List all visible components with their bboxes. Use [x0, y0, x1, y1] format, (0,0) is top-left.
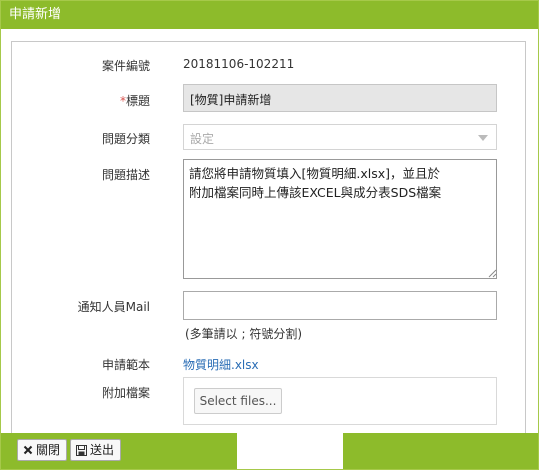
title-field[interactable]: [物質]申請新增: [183, 84, 497, 112]
description-textarea[interactable]: 請您將申請物質填入[物質明細.xlsx]，並且於 附加檔案同時上傳該EXCEL與…: [183, 159, 497, 279]
notify-label: 通知人員Mail: [77, 300, 150, 314]
case-number-label: 案件編號: [101, 59, 150, 73]
description-label: 問題描述: [101, 168, 150, 182]
category-label: 問題分類: [101, 132, 150, 146]
dialog-title: 申請新增: [1, 1, 538, 29]
submit-button[interactable]: 送出: [70, 439, 122, 461]
select-files-button[interactable]: Select files...: [194, 388, 282, 414]
form-panel: 案件編號 20181106-102211 *標題 [物質]申請新增 問題分類 設…: [11, 41, 526, 434]
submit-button-label: 送出: [90, 443, 115, 457]
template-label: 申請範本: [101, 358, 150, 372]
title-label: *標題: [120, 92, 150, 109]
attachment-label: 附加檔案: [101, 386, 150, 400]
notify-email-field[interactable]: [183, 291, 497, 320]
file-upload-area: Select files...: [183, 377, 497, 425]
category-selected-value: 設定: [190, 132, 215, 146]
save-icon: [76, 444, 87, 456]
dialog-window: 申請新增 案件編號 20181106-102211 *標題 [物質]申請新增 問…: [0, 0, 539, 470]
resize-grip-icon[interactable]: [488, 269, 497, 278]
template-download-link[interactable]: 物質明細.xlsx: [183, 356, 259, 373]
case-number-value: 20181106-102211: [183, 57, 295, 71]
close-button-label: 關閉: [36, 443, 61, 457]
category-select[interactable]: 設定: [183, 124, 497, 150]
footer-gap: [237, 433, 343, 469]
close-icon: [23, 445, 33, 455]
chevron-down-icon: [478, 135, 488, 141]
notify-hint: (多筆請以 ; 符號分割): [185, 327, 303, 341]
title-label-text: 標題: [125, 94, 150, 108]
close-button[interactable]: 關閉: [17, 439, 68, 461]
